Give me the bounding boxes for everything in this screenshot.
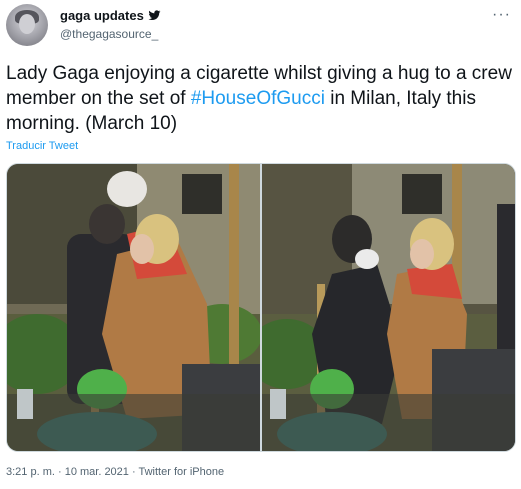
metadata-separator-2: · xyxy=(128,466,139,478)
photo-1[interactable] xyxy=(7,164,260,451)
author-name-row: gaga updates xyxy=(60,8,161,23)
translate-tweet-link[interactable]: Traducir Tweet xyxy=(6,140,78,152)
media-grid xyxy=(6,163,516,452)
tweet-source[interactable]: Twitter for iPhone xyxy=(139,466,225,478)
tweet-metadata: 3:21 p. m. · 10 mar. 2021 · Twitter for … xyxy=(6,466,224,478)
tweet-date[interactable]: 10 mar. 2021 xyxy=(65,466,129,478)
hashtag-link[interactable]: #HouseOfGucci xyxy=(191,88,325,109)
author-handle[interactable]: @thegagasource_ xyxy=(60,27,158,41)
photo-2-image xyxy=(262,164,515,451)
avatar-face xyxy=(19,14,35,34)
avatar[interactable] xyxy=(6,4,48,46)
metadata-separator: · xyxy=(54,466,65,478)
tweet-text: Lady Gaga enjoying a cigarette whilst gi… xyxy=(6,61,514,136)
display-name[interactable]: gaga updates xyxy=(60,8,144,23)
twitter-bird-icon xyxy=(148,10,161,21)
photo-2[interactable] xyxy=(262,164,515,451)
photo-1-image xyxy=(7,164,260,451)
more-horizontal-icon[interactable]: ··· xyxy=(492,6,511,24)
tweet-time[interactable]: 3:21 p. m. xyxy=(6,466,55,478)
